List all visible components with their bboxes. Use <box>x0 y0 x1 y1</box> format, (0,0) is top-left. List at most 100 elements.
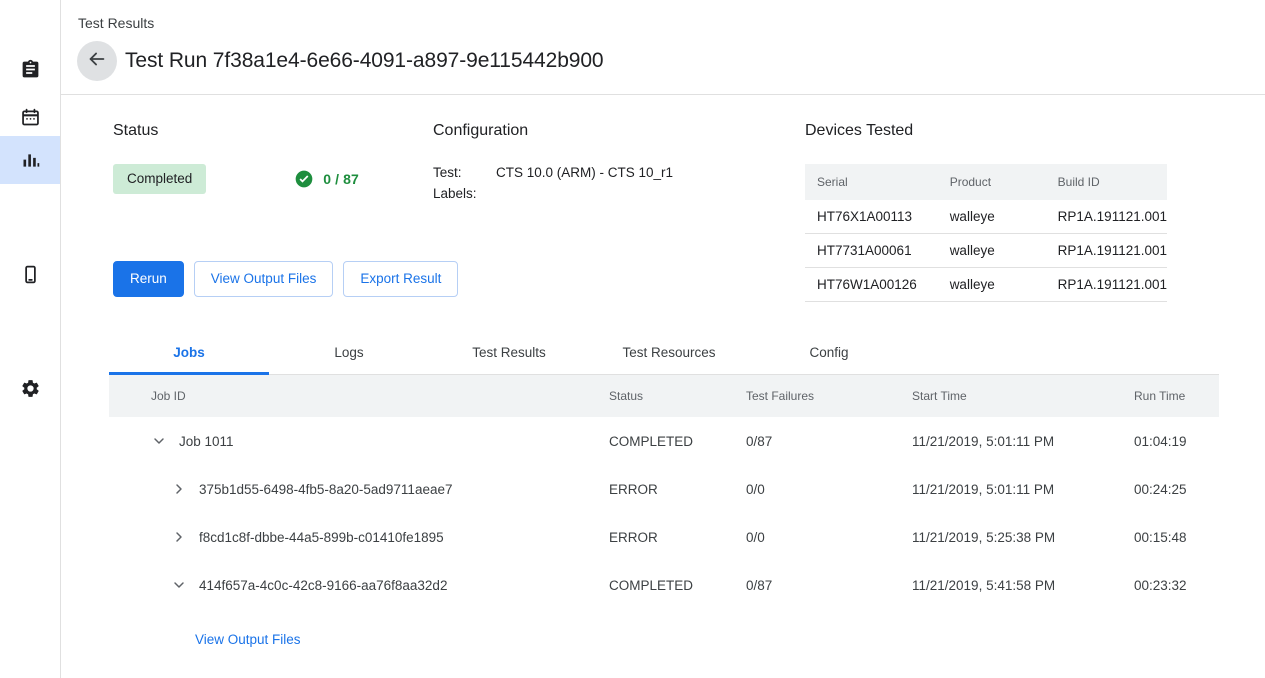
jobs-col-job-id: Job ID <box>109 375 609 417</box>
device-serial: HT7731A00061 <box>805 234 938 268</box>
device-product: walleye <box>938 200 1046 234</box>
sidebar <box>0 0 61 678</box>
device-product: walleye <box>938 234 1046 268</box>
page-title: Test Run 7f38a1e4-6e66-4091-a897-9e11544… <box>125 49 604 73</box>
status-row: Completed 0 / 87 <box>113 164 433 194</box>
job-start-time: 11/21/2019, 5:01:11 PM <box>912 465 1134 513</box>
view-output-files-link[interactable]: View Output Files <box>195 632 301 647</box>
status-badge: Completed <box>113 164 206 194</box>
device-build-id: RP1A.191121.001 <box>1046 268 1167 302</box>
job-run-time: 00:24:25 <box>1134 465 1219 513</box>
config-value: CTS 10.0 (ARM) - CTS 10_r1 <box>481 164 673 185</box>
table-row[interactable]: f8cd1c8f-dbbe-44a5-899b-c01410fe1895 ERR… <box>109 513 1219 561</box>
job-status: ERROR <box>609 465 746 513</box>
sidebar-item-assignment[interactable] <box>0 45 60 93</box>
job-start-time: 11/21/2019, 5:25:38 PM <box>912 513 1134 561</box>
arrow-back-icon <box>86 48 108 75</box>
job-id: 375b1d55-6498-4fb5-8a20-5ad9711aeae7 <box>199 482 452 497</box>
job-id-cell: 375b1d55-6498-4fb5-8a20-5ad9711aeae7 <box>151 481 609 497</box>
tab-jobs[interactable]: Jobs <box>109 331 269 374</box>
jobs-table: Job ID Status Test Failures Start Time R… <box>109 375 1219 609</box>
chevron-right-icon[interactable] <box>171 481 193 497</box>
job-test-failures: 0/87 <box>746 417 912 465</box>
job-run-time: 00:23:32 <box>1134 561 1219 609</box>
sidebar-item-settings[interactable] <box>0 364 60 412</box>
back-button[interactable] <box>77 41 117 81</box>
table-row[interactable]: 375b1d55-6498-4fb5-8a20-5ad9711aeae7 ERR… <box>109 465 1219 513</box>
smartphone-icon <box>20 264 41 285</box>
job-status: ERROR <box>609 513 746 561</box>
calendar-icon <box>20 107 41 128</box>
job-status: COMPLETED <box>609 561 746 609</box>
device-product: walleye <box>938 268 1046 302</box>
devices-col-product: Product <box>938 164 1046 200</box>
sidebar-item-schedule[interactable] <box>0 93 60 141</box>
job-id: f8cd1c8f-dbbe-44a5-899b-c01410fe1895 <box>199 530 444 545</box>
configuration-column: Configuration Test: CTS 10.0 (ARM) - CTS… <box>433 121 805 325</box>
table-row: HT76W1A00126 walleye RP1A.191121.001 <box>805 268 1167 302</box>
config-key: Test: <box>433 164 481 185</box>
table-row[interactable]: 414f657a-4c0c-42c8-9166-aa76f8aa32d2 COM… <box>109 561 1219 609</box>
job-id-cell: Job 1011 <box>151 433 609 449</box>
job-id: Job 1011 <box>179 434 234 449</box>
jobs-col-run-time: Run Time <box>1134 375 1219 417</box>
test-failures-summary: 0 / 87 <box>294 169 359 189</box>
configuration-table: Test: CTS 10.0 (ARM) - CTS 10_r1 Labels: <box>433 164 673 206</box>
sidebar-item-devices[interactable] <box>0 250 60 298</box>
action-buttons: Rerun View Output Files Export Result <box>113 261 433 297</box>
tab-test-resources[interactable]: Test Resources <box>589 331 749 374</box>
config-key: Labels: <box>433 185 481 206</box>
job-id-cell: 414f657a-4c0c-42c8-9166-aa76f8aa32d2 <box>151 577 609 593</box>
job-test-failures: 0/0 <box>746 465 912 513</box>
device-serial: HT76X1A00113 <box>805 200 938 234</box>
config-value <box>481 185 673 206</box>
failures-count: 0 / 87 <box>323 171 359 187</box>
config-row: Test: CTS 10.0 (ARM) - CTS 10_r1 <box>433 164 673 185</box>
page-header: Test Results Test Run 7f38a1e4-6e66-4091… <box>61 0 1265 95</box>
main-content: Test Results Test Run 7f38a1e4-6e66-4091… <box>61 0 1265 678</box>
chevron-down-icon[interactable] <box>171 577 193 593</box>
devices-table: Serial Product Build ID HT76X1A00113 wal… <box>805 164 1167 302</box>
jobs-panel: Job ID Status Test Failures Start Time R… <box>109 375 1219 649</box>
status-column: Status Completed 0 / 87 Reru <box>61 121 433 325</box>
app-root: Test Results Test Run 7f38a1e4-6e66-4091… <box>0 0 1265 678</box>
table-row: HT76X1A00113 walleye RP1A.191121.001 <box>805 200 1167 234</box>
rerun-button[interactable]: Rerun <box>113 261 184 297</box>
tab-config[interactable]: Config <box>749 331 909 374</box>
table-row[interactable]: Job 1011 COMPLETED 0/87 11/21/2019, 5:01… <box>109 417 1219 465</box>
job-run-time: 01:04:19 <box>1134 417 1219 465</box>
jobs-col-start-time: Start Time <box>912 375 1134 417</box>
breadcrumb: Test Results <box>78 14 1265 32</box>
bar-chart-icon <box>20 150 41 171</box>
chevron-down-icon[interactable] <box>151 433 173 449</box>
job-id-cell: f8cd1c8f-dbbe-44a5-899b-c01410fe1895 <box>151 529 609 545</box>
tab-test-results[interactable]: Test Results <box>429 331 589 374</box>
devices-column: Devices Tested Serial Product Build ID H… <box>805 121 1265 325</box>
job-start-time: 11/21/2019, 5:41:58 PM <box>912 561 1134 609</box>
status-heading: Status <box>113 121 433 141</box>
check-circle-icon <box>294 169 314 189</box>
sidebar-item-results[interactable] <box>0 136 60 184</box>
configuration-heading: Configuration <box>433 121 805 141</box>
devices-header-row: Serial Product Build ID <box>805 164 1167 200</box>
job-start-time: 11/21/2019, 5:01:11 PM <box>912 417 1134 465</box>
view-output-files-button[interactable]: View Output Files <box>194 261 334 297</box>
device-serial: HT76W1A00126 <box>805 268 938 302</box>
table-row: HT7731A00061 walleye RP1A.191121.001 <box>805 234 1167 268</box>
job-test-failures: 0/87 <box>746 561 912 609</box>
gear-icon <box>20 378 41 399</box>
chevron-right-icon[interactable] <box>171 529 193 545</box>
jobs-col-status: Status <box>609 375 746 417</box>
jobs-header-row: Job ID Status Test Failures Start Time R… <box>109 375 1219 417</box>
title-row: Test Run 7f38a1e4-6e66-4091-a897-9e11544… <box>77 41 1265 81</box>
device-build-id: RP1A.191121.001 <box>1046 200 1167 234</box>
device-build-id: RP1A.191121.001 <box>1046 234 1167 268</box>
tab-logs[interactable]: Logs <box>269 331 429 374</box>
clipboard-icon <box>20 59 41 80</box>
job-run-time: 00:15:48 <box>1134 513 1219 561</box>
summary-section: Status Completed 0 / 87 Reru <box>61 95 1265 325</box>
tab-bar: Jobs Logs Test Results Test Resources Co… <box>109 331 1219 375</box>
config-row: Labels: <box>433 185 673 206</box>
jobs-col-test-failures: Test Failures <box>746 375 912 417</box>
job-id: 414f657a-4c0c-42c8-9166-aa76f8aa32d2 <box>199 578 447 593</box>
